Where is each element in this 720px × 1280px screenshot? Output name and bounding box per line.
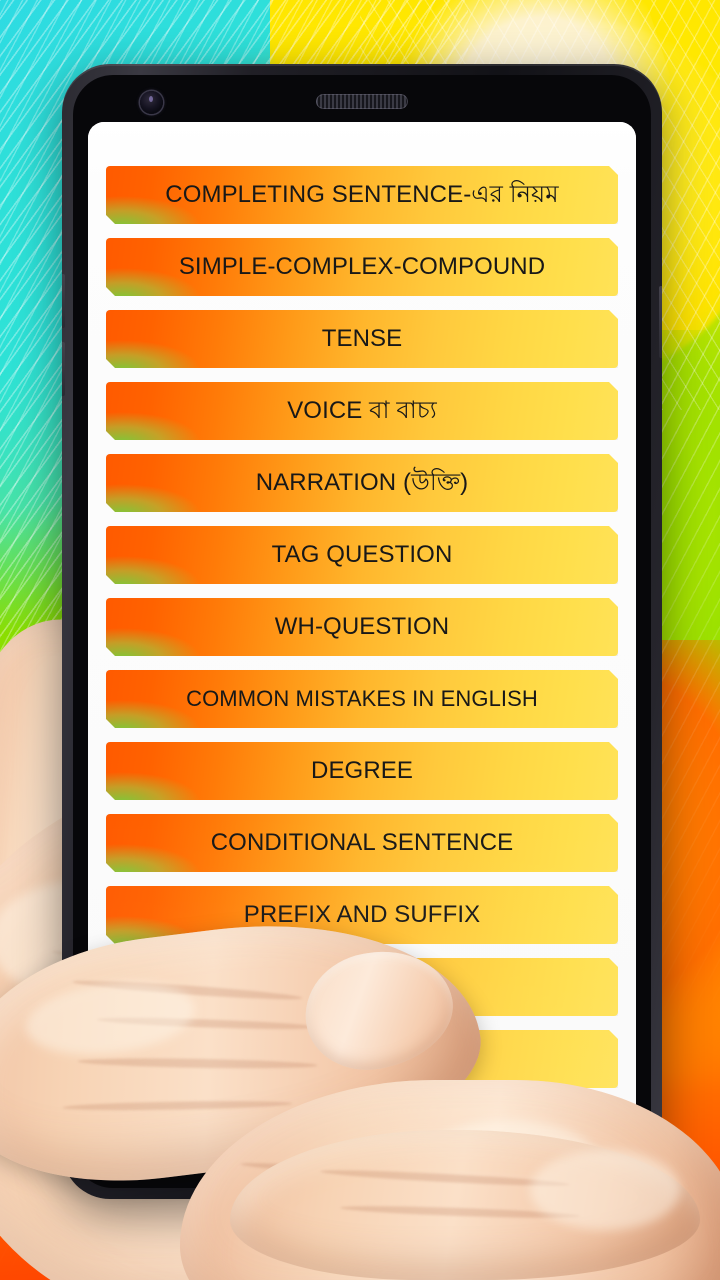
finger-lower	[230, 1130, 700, 1280]
screenshot-stage: COMPLETING SENTENCE-এর নিয়ম SIMPLE-COMP…	[0, 0, 720, 1280]
hand-in-front-of-phone	[0, 0, 720, 1280]
